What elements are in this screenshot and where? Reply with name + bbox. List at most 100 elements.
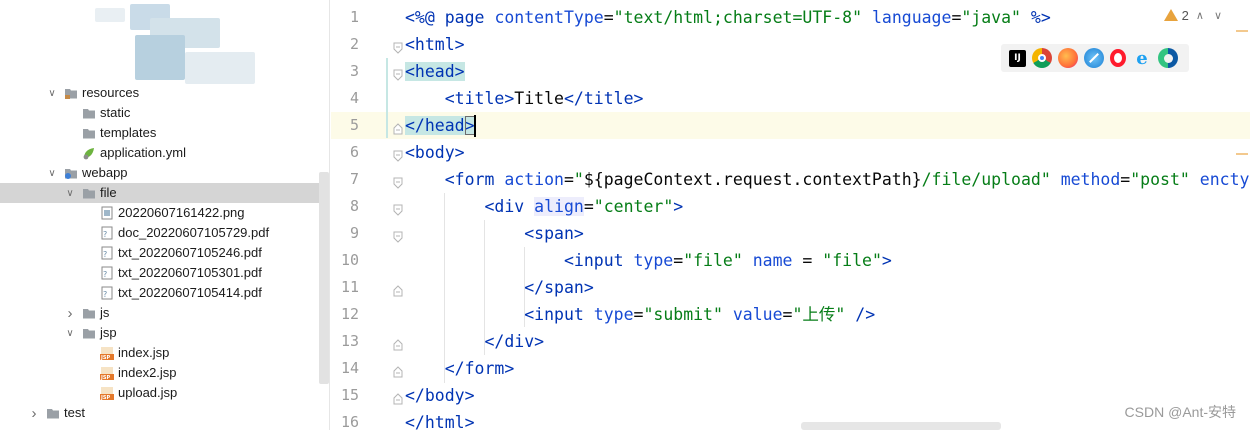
fold-marker-icon[interactable] (393, 228, 403, 243)
horizontal-scrollbar[interactable] (801, 422, 1001, 430)
intellij-icon[interactable]: IJ (1009, 49, 1026, 67)
code-line-16: </html> (405, 413, 475, 430)
code-editor[interactable]: 1 2 3 4 5 6 7 8 9 10 11 12 13 14 15 16 <%@ page content… (331, 0, 1250, 430)
code-line-10: <input type="file" name = "file"> (563, 251, 892, 270)
svg-text:?: ? (103, 250, 107, 259)
warning-stripe[interactable] (1236, 30, 1248, 32)
folder-icon (64, 166, 78, 180)
tree-item[interactable]: JSP index2.jsp (0, 363, 329, 383)
tree-item[interactable]: ? txt_20220607105414.pdf (0, 283, 329, 303)
tree-item-label: txt_20220607105246.pdf (118, 245, 262, 260)
line-number: 2 (349, 35, 359, 53)
chrome-icon[interactable] (1032, 48, 1052, 68)
fold-marker-icon[interactable] (393, 363, 403, 378)
code-line-11: </span> (524, 278, 594, 297)
expand-arrow-icon[interactable]: ∨ (64, 323, 76, 343)
pdf-file-icon: ? (100, 266, 114, 280)
tree-item[interactable]: JSP upload.jsp (0, 383, 329, 403)
code-line-12: <input type="submit" value="上传" /> (524, 305, 876, 324)
tree-item[interactable]: ∨ file (0, 183, 329, 203)
text-caret (474, 115, 476, 137)
tree-item[interactable]: ∨ webapp (0, 163, 329, 183)
chevron-down-icon[interactable]: ∨ (1211, 9, 1225, 22)
line-number: 6 (349, 143, 359, 161)
blurred-area (185, 52, 255, 84)
fold-marker-icon[interactable] (393, 174, 403, 189)
chevron-up-icon[interactable]: ∧ (1193, 9, 1207, 22)
line-number: 13 (340, 332, 359, 350)
tree-item[interactable]: ? txt_20220607105301.pdf (0, 263, 329, 283)
jsp-file-icon: JSP (100, 386, 114, 401)
code-line-7: <form action="${pageContext.request.cont… (444, 170, 1250, 189)
tree-item[interactable]: JSP index.jsp (0, 343, 329, 363)
tree-item[interactable]: static (0, 103, 329, 123)
pdf-file-icon: ? (100, 286, 114, 300)
fold-marker-icon[interactable] (393, 120, 403, 135)
line-number: 15 (340, 386, 359, 404)
line-number: 1 (349, 8, 359, 26)
watermark: CSDN @Ant-安特 (1124, 404, 1236, 420)
tree-item-label: txt_20220607105414.pdf (118, 285, 262, 300)
tree-item[interactable]: 20220607161422.png (0, 203, 329, 223)
fold-marker-icon[interactable] (393, 282, 403, 297)
firefox-icon[interactable] (1058, 48, 1078, 68)
line-number: 16 (340, 413, 359, 430)
yml-file-icon (82, 146, 96, 160)
fold-marker-icon[interactable] (393, 66, 403, 81)
tree-item[interactable]: application.yml (0, 143, 329, 163)
expand-arrow-icon[interactable]: ∨ (64, 183, 76, 203)
fold-marker-icon[interactable] (393, 147, 403, 162)
fold-marker-icon[interactable] (393, 201, 403, 216)
edge-icon[interactable] (1158, 48, 1178, 68)
expand-arrow-icon[interactable]: ∨ (46, 163, 58, 183)
tree-item[interactable]: templates (0, 123, 329, 143)
expand-arrow-icon[interactable]: ∨ (46, 83, 58, 103)
code-line-8: <div align="center"> (484, 197, 684, 216)
tree-scrollbar[interactable] (319, 172, 329, 384)
code-line-15: </body> (405, 386, 475, 405)
tree-item-label: jsp (100, 325, 117, 340)
fold-marker-icon[interactable] (393, 336, 403, 351)
code-line-14: </form> (444, 359, 515, 378)
svg-text:?: ? (103, 290, 107, 299)
tree-item-label: upload.jsp (118, 385, 178, 400)
blurred-area (95, 8, 125, 22)
opera-icon[interactable] (1110, 49, 1126, 67)
tree-item-label: application.yml (100, 145, 186, 160)
collapse-arrow-icon[interactable]: › (28, 403, 40, 423)
tree-item[interactable]: › js (0, 303, 329, 323)
fold-marker-icon[interactable] (393, 39, 403, 54)
tree-item-label: resources (82, 85, 140, 100)
line-number: 14 (340, 359, 359, 377)
svg-text:JSP: JSP (100, 395, 110, 400)
tree-item[interactable]: ∨ jsp (0, 323, 329, 343)
project-tree: ∨ resources static templates application.yml… (0, 0, 330, 430)
tree-item-label: index2.jsp (118, 365, 177, 380)
svg-text:JSP: JSP (100, 375, 110, 380)
folder-icon (46, 406, 60, 420)
safari-icon[interactable] (1084, 48, 1104, 68)
code-line-3: <head> (405, 62, 465, 81)
inspection-widget[interactable]: 2 ∧ ∨ (1163, 4, 1225, 26)
code-line-1: <%@ page contentType="text/html;charset=… (405, 8, 1051, 27)
code-line-5: </head> (405, 116, 475, 135)
code-line-4: <title>Title</title> (444, 89, 644, 108)
ie-icon[interactable]: e (1132, 48, 1152, 69)
code-line-9: <span> (524, 224, 584, 243)
tree-item-label: templates (100, 125, 157, 140)
tree-item[interactable]: › test (0, 403, 329, 423)
line-number: 3 (349, 62, 359, 80)
line-number: 5 (349, 116, 359, 134)
collapse-arrow-icon[interactable]: › (64, 303, 76, 323)
tree-item[interactable]: ? doc_20220607105729.pdf (0, 223, 329, 243)
line-number: 9 (349, 224, 359, 242)
tree-item[interactable]: ? txt_20220607105246.pdf (0, 243, 329, 263)
change-marker (386, 58, 388, 138)
warning-stripe[interactable] (1236, 153, 1248, 155)
tree-item-label: index.jsp (118, 345, 170, 360)
fold-marker-icon[interactable] (393, 390, 403, 405)
tree-item[interactable]: ∨ resources (0, 83, 329, 103)
jsp-file-icon: JSP (100, 366, 114, 381)
pdf-file-icon: ? (100, 246, 114, 260)
folder-icon (64, 86, 78, 100)
